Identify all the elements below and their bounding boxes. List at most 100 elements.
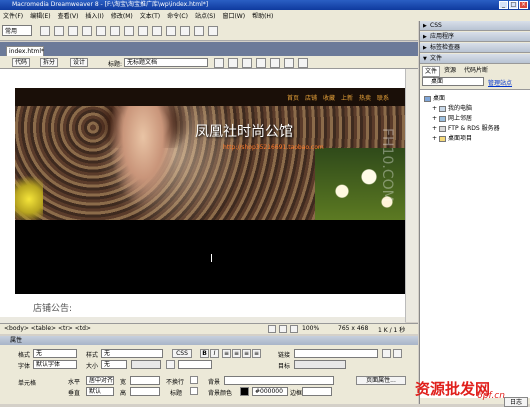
text-color-input[interactable] [178,360,212,369]
menu-insert[interactable]: 插入(I) [85,11,103,20]
tab-index-html[interactable]: index.html* [6,46,44,56]
text-color-swatch[interactable] [166,360,175,369]
nav-new[interactable]: 上新 [341,93,353,102]
nav-home[interactable]: 首页 [287,93,299,102]
menu-help[interactable]: 帮助(H) [252,11,273,20]
close-button[interactable]: × [519,1,528,9]
size-unit-select[interactable] [131,360,161,369]
file-management-icon[interactable] [214,58,224,68]
link-input[interactable] [294,349,378,358]
browse-folder-icon[interactable] [393,349,402,358]
refresh-icon[interactable] [242,58,252,68]
menu-site[interactable]: 站点(S) [195,11,216,20]
expand-icon[interactable]: + [432,115,437,122]
bold-button[interactable]: B [200,349,209,358]
bgcolor-swatch[interactable] [240,387,249,396]
expand-icon[interactable]: + [432,135,437,142]
hand-tool-icon[interactable] [279,325,287,333]
height-input[interactable] [130,387,160,396]
tree-item-my-computer[interactable]: + 我的电脑 [432,103,472,112]
tree-item-desktop[interactable]: 桌面 [424,93,445,102]
preview-browser-icon[interactable] [228,58,238,68]
insert-category-select[interactable]: 常用 [2,25,32,36]
menu-window[interactable]: 窗口(W) [222,11,245,20]
menu-modify[interactable]: 修改(M) [111,11,133,20]
design-view-button[interactable]: 设计 [70,58,89,67]
comment-icon[interactable] [152,26,162,36]
font-select[interactable]: 默认字体 [33,360,77,369]
vertical-scrollbar[interactable] [405,69,418,322]
properties-panel-header[interactable]: 属性 [0,336,418,345]
nav-contact[interactable]: 联系 [377,93,389,102]
menu-text[interactable]: 文本(T) [140,11,160,20]
email-link-icon[interactable] [54,26,64,36]
template-icon[interactable] [194,26,204,36]
maximize-button[interactable]: □ [509,1,518,9]
minimize-button[interactable]: _ [499,1,508,9]
window-size[interactable]: 765 x 468 [338,325,368,332]
align-justify-icon[interactable]: ≡ [252,349,261,358]
header-checkbox[interactable] [190,387,198,395]
size-select[interactable]: 无 [101,360,127,369]
css-button[interactable]: CSS [172,349,192,358]
align-right-icon[interactable]: ≡ [242,349,251,358]
border-color-input[interactable] [302,387,332,396]
bg-image-input[interactable] [224,376,334,385]
document-title-input[interactable]: 无标题文档 [124,58,208,67]
tree-item-desktop-items[interactable]: + 桌面项目 [432,133,472,142]
tree-item-network[interactable]: + 网上邻居 [432,113,472,122]
script-icon[interactable] [180,26,190,36]
width-input[interactable] [130,376,160,385]
tab-assets[interactable]: 资源 [442,66,458,75]
horz-select[interactable]: 居中对齐 [86,376,114,385]
select-tool-icon[interactable] [268,325,276,333]
layer-icon[interactable] [96,26,106,36]
tag-selector[interactable]: <body> <table> <tr> <td> [4,325,91,332]
application-panel-header[interactable]: 应用程序 [420,32,530,42]
zoom-tool-icon[interactable] [290,325,298,333]
code-view-button[interactable]: 代码 [12,58,31,67]
site-select[interactable]: 桌面 [422,77,484,86]
css-panel-header[interactable]: CSS [420,21,530,31]
nav-hot[interactable]: 热卖 [359,93,371,102]
menu-view[interactable]: 查看(V) [58,11,79,20]
menu-commands[interactable]: 命令(C) [167,11,188,20]
browser-check-icon[interactable] [298,58,308,68]
nav-favorite[interactable]: 收藏 [323,93,335,102]
point-to-file-icon[interactable] [382,349,391,358]
black-content-area[interactable] [15,220,405,294]
tag-chooser-icon[interactable] [208,26,218,36]
head-icon[interactable] [166,26,176,36]
expand-icon[interactable]: + [432,125,437,132]
align-center-icon[interactable]: ≡ [232,349,241,358]
table-icon[interactable] [82,26,92,36]
menu-edit[interactable]: 编辑(E) [30,11,50,20]
tree-item-ftp-rds[interactable]: + FTP & RDS 服务器 [432,123,500,132]
image-icon[interactable] [110,26,120,36]
date-icon[interactable] [138,26,148,36]
nowrap-checkbox[interactable] [190,376,198,384]
hyperlink-icon[interactable] [40,26,50,36]
style-select[interactable]: 无 [101,349,163,358]
align-left-icon[interactable]: ≡ [222,349,231,358]
visual-aids-icon[interactable] [270,58,280,68]
zoom-level[interactable]: 100% [302,325,319,332]
manage-sites-link[interactable]: 管理站点 [488,78,512,87]
validate-icon[interactable] [284,58,294,68]
menu-file[interactable]: 文件(F) [3,11,23,20]
italic-button[interactable]: I [210,349,219,358]
view-options-icon[interactable] [256,58,266,68]
tab-files[interactable]: 文件 [422,66,441,77]
tag-inspector-panel-header[interactable]: 标签检查器 [420,43,530,53]
page-properties-button[interactable]: 页面属性... [356,376,406,385]
files-panel-header[interactable]: 文件 [420,54,530,64]
nav-shop[interactable]: 店铺 [305,93,317,102]
design-canvas[interactable]: 首页 店铺 收藏 上新 热卖 联系 凤凰社时尚公馆 http://shop352… [0,69,418,322]
bgcolor-input[interactable]: #000000 [252,387,288,396]
format-select[interactable]: 无 [33,349,77,358]
anchor-icon[interactable] [68,26,78,36]
tab-snippets[interactable]: 代码片断 [462,66,490,75]
target-select[interactable] [294,360,346,369]
split-view-button[interactable]: 拆分 [40,58,59,67]
media-icon[interactable] [124,26,134,36]
